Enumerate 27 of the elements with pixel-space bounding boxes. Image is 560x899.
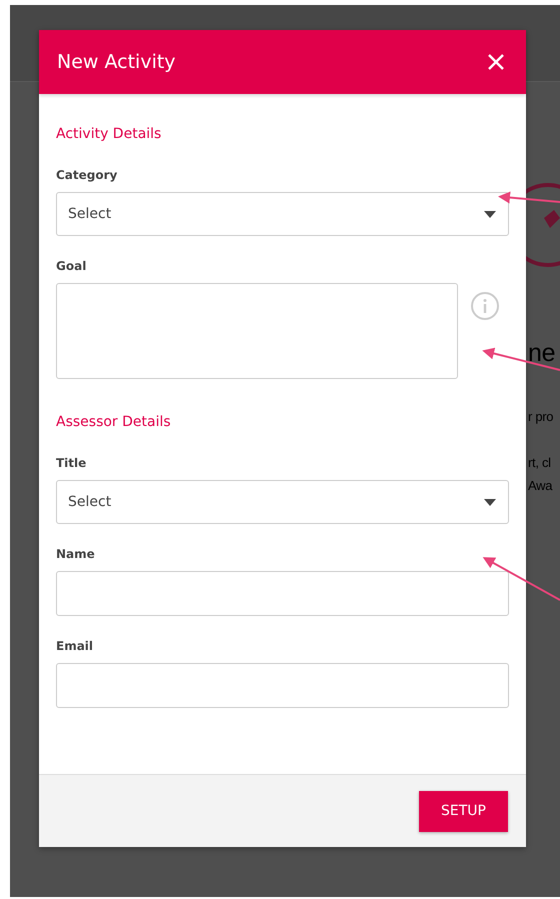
background-text: r pro [528,409,554,424]
close-button[interactable] [488,54,504,70]
info-icon[interactable] [470,291,500,321]
dropdown-caret-icon [484,498,496,506]
section-heading: Assessor Details [56,414,172,430]
dropdown-caret-icon [484,210,496,218]
circle-logo-icon [526,180,560,270]
field-label: Email [56,639,94,653]
field-label: Title [56,456,88,470]
select-field[interactable]: Select [56,192,509,236]
textarea-field[interactable] [56,283,458,379]
select-field[interactable]: Select [56,480,509,524]
field-label: Category [56,168,118,182]
background-text: ne [528,339,556,368]
field-label: Goal [56,259,88,273]
close-icon [488,54,504,70]
field-label: Name [56,547,96,561]
annotation-arrow [498,192,560,204]
select-value: Select [68,494,112,510]
background-text: rt, cl [528,455,551,470]
section-heading: Activity Details [56,126,162,142]
setup-button[interactable]: SETUP [419,790,508,832]
text-field[interactable] [56,663,509,708]
background-text: Awa [528,478,552,493]
dialog-title: New Activity [57,51,176,73]
text-field[interactable] [56,571,509,616]
select-value: Select [68,206,112,222]
